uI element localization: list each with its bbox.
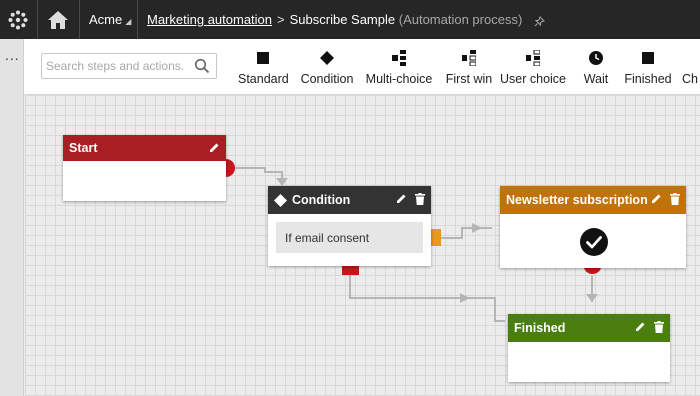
- tool-finished[interactable]: Finished: [624, 49, 672, 89]
- step-start[interactable]: Start: [63, 135, 226, 201]
- step-title: Start: [69, 141, 98, 155]
- tool-truncated[interactable]: Ch: [682, 49, 700, 89]
- delete-icon[interactable]: [670, 193, 680, 208]
- step-newsletter-subscription[interactable]: Newsletter subscription: [500, 186, 686, 268]
- tool-label: Wait: [583, 72, 609, 86]
- step-title: Condition: [292, 193, 351, 207]
- tool-condition[interactable]: Condition: [298, 49, 356, 89]
- step-toolbar: Standard Condition Multi-choice First wi…: [24, 39, 700, 95]
- tool-label: User choice: [500, 72, 566, 86]
- breadcrumb-separator: >: [277, 12, 285, 27]
- page-title: Subscribe Sample: [289, 12, 396, 27]
- first-win-icon: [444, 49, 494, 67]
- check-circle-icon: [580, 228, 608, 261]
- tool-label: Finished: [624, 72, 672, 86]
- breadcrumb: Marketing automation > Subscribe Sample (A…: [147, 12, 545, 27]
- delete-icon[interactable]: [654, 321, 664, 336]
- step-header: Finished: [508, 314, 670, 342]
- step-title: Newsletter subscription: [506, 193, 648, 207]
- step-title: Finished: [514, 321, 566, 335]
- delete-icon[interactable]: [415, 193, 425, 208]
- search-input[interactable]: [42, 54, 190, 78]
- home-icon[interactable]: [38, 0, 78, 39]
- step-finished[interactable]: Finished: [508, 314, 670, 382]
- left-rail: ...: [0, 39, 24, 396]
- step-body: If email consent: [268, 222, 431, 253]
- search-icon[interactable]: [194, 58, 210, 79]
- edit-icon[interactable]: [396, 193, 407, 208]
- tool-first-win[interactable]: First win: [444, 49, 494, 89]
- tool-user-choice[interactable]: User choice: [500, 49, 566, 89]
- square-icon: [238, 49, 288, 67]
- diamond-icon: [298, 49, 356, 67]
- tool-label: Condition: [300, 72, 354, 86]
- top-bar: Acme ◢ Marketing automation > Subscribe Sam…: [0, 0, 700, 39]
- diamond-icon: [274, 193, 287, 207]
- tool-label: Multi-choice: [365, 72, 433, 86]
- step-header: Newsletter subscription: [500, 186, 686, 214]
- user-choice-icon: [500, 49, 566, 67]
- app-logo-icon[interactable]: [0, 0, 36, 39]
- more-options-icon[interactable]: ...: [5, 48, 20, 62]
- page-subtitle: (Automation process): [398, 12, 523, 27]
- multi-choice-icon: [364, 49, 434, 67]
- site-selector[interactable]: Acme ◢: [89, 12, 131, 27]
- step-header: Start: [63, 135, 226, 161]
- edit-icon[interactable]: [651, 193, 662, 208]
- step-condition[interactable]: Condition If email consent: [268, 186, 431, 266]
- tool-label: Standard: [238, 72, 289, 86]
- search-box: [41, 53, 217, 79]
- tool-multi-choice[interactable]: Multi-choice: [364, 49, 434, 89]
- site-name: Acme: [89, 12, 123, 27]
- edit-icon[interactable]: [635, 321, 646, 336]
- clock-icon: [578, 49, 614, 67]
- tool-standard[interactable]: Standard: [238, 49, 289, 89]
- pin-icon[interactable]: [534, 15, 545, 27]
- caret-down-icon: ◢: [125, 17, 132, 26]
- tool-wait[interactable]: Wait: [578, 49, 614, 89]
- tool-label: Ch: [682, 72, 698, 86]
- condition-rule[interactable]: If email consent: [276, 222, 423, 253]
- breadcrumb-link[interactable]: Marketing automation: [147, 12, 272, 27]
- edit-icon[interactable]: [209, 142, 220, 156]
- step-header: Condition: [268, 186, 431, 214]
- square-icon: [624, 49, 672, 67]
- tool-label: First win: [445, 72, 493, 86]
